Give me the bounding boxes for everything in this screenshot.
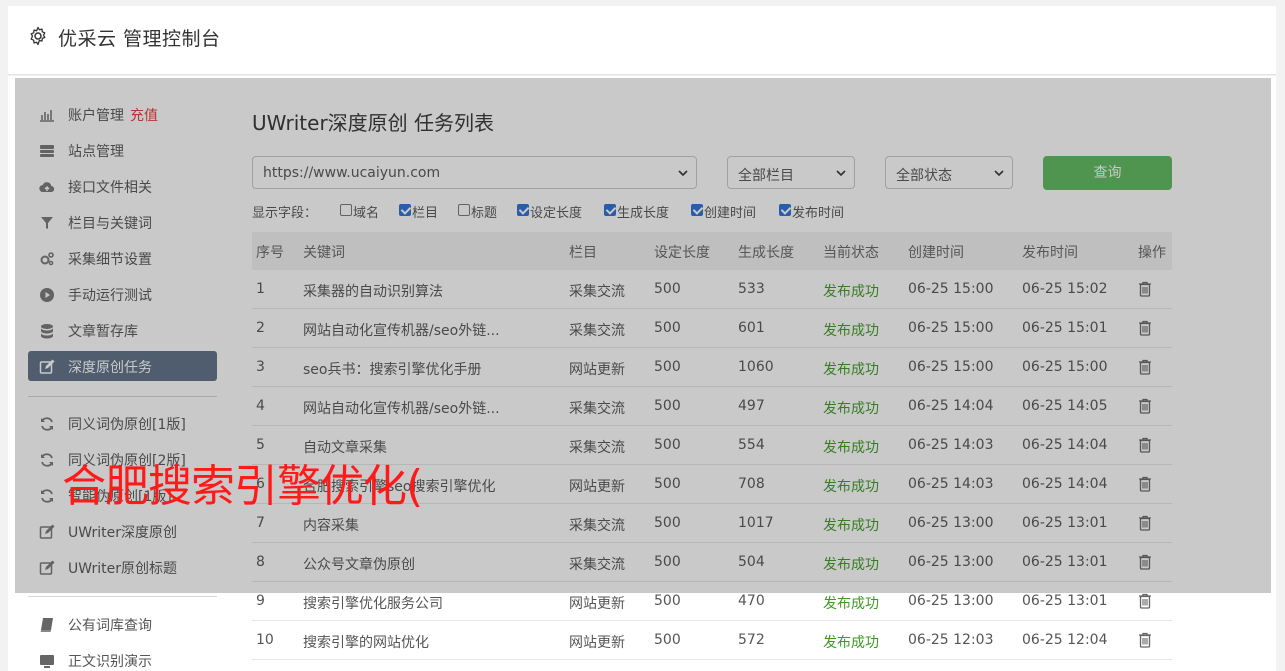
book-icon	[40, 618, 53, 632]
watermark-text: 合肥搜索引擎优化(	[62, 461, 423, 512]
table-cell: 06-25 12:03	[908, 632, 994, 648]
table-cell: 470	[738, 593, 765, 609]
modal-overlay[interactable]	[15, 78, 1271, 593]
top-header: 优采云 管理控制台	[8, 6, 1276, 75]
table-cell: 06-25 13:01	[1022, 593, 1108, 609]
status-badge: 发布成功	[823, 596, 879, 612]
sidebar-item-text-detect[interactable]: 正文识别演示	[28, 645, 217, 671]
table-cell: 06-25 12:04	[1022, 632, 1108, 648]
table-row: 10 搜索引擎的网站优化 网站更新 500 572 发布成功 06-25 12:03 06-2…	[252, 621, 1172, 660]
status-badge: 发布成功	[823, 635, 879, 651]
table-cell: 10	[256, 632, 274, 648]
app-title: 优采云 管理控制台	[58, 28, 221, 50]
sidebar-divider	[28, 596, 217, 597]
table-cell: 网站更新	[569, 635, 625, 651]
sidebar-item-lexicon[interactable]: 公有词库查询	[28, 609, 217, 639]
table-cell: 500	[654, 593, 681, 609]
table-cell: 06-25 13:00	[908, 593, 994, 609]
table-cell: 网站更新	[569, 596, 625, 612]
table-cell: 搜索引擎的网站优化	[303, 635, 429, 651]
monitor-icon	[40, 655, 54, 668]
trash-icon[interactable]	[1138, 593, 1152, 609]
sidebar-item-label: 公有词库查询	[68, 618, 152, 634]
table-cell: 9	[256, 593, 265, 609]
gear-icon	[30, 26, 46, 46]
trash-icon[interactable]	[1138, 632, 1152, 648]
sidebar-item-label: 正文识别演示	[68, 654, 152, 670]
page: 优采云 管理控制台 账户管理 充值 站点管理 接口文件相关 栏目与关键词 采集细节…	[0, 0, 1285, 671]
table-cell: 500	[654, 632, 681, 648]
table-cell: 572	[738, 632, 765, 648]
table-cell: 搜索引擎优化服务公司	[303, 596, 443, 612]
